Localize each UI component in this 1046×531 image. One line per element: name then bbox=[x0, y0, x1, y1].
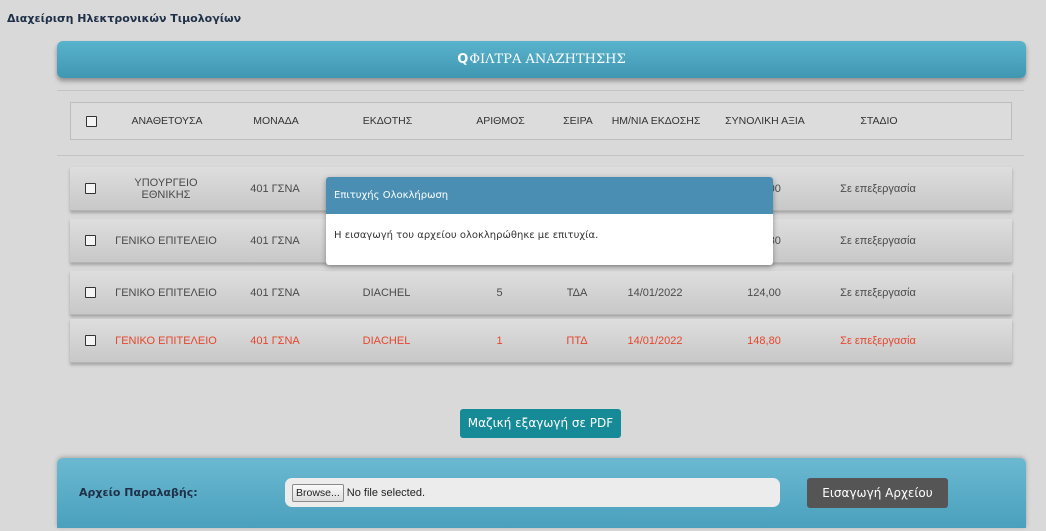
header-ekdotis[interactable]: ΕΚΔΟΤΗΣ bbox=[329, 115, 446, 127]
export-pdf-button[interactable]: Μαζική εξαγωγή σε PDF bbox=[460, 409, 621, 438]
divider bbox=[57, 90, 1024, 91]
cell-stage: Σε επεξεργασία bbox=[840, 286, 916, 299]
divider bbox=[57, 155, 1024, 156]
header-arithmos[interactable]: ΑΡΙΘΜΟΣ bbox=[446, 115, 555, 127]
import-file-button[interactable]: Εισαγωγή Αρχείου bbox=[807, 478, 948, 508]
header-date[interactable]: ΗΜ/ΝΙΑ ΕΚΔΟΣΗΣ bbox=[601, 115, 711, 127]
filters-label: ΦΙΛΤΡΑ ΑΝΑΖΗΤΗΣΗΣ bbox=[469, 52, 626, 67]
file-input[interactable]: Browse... No file selected. bbox=[285, 478, 780, 507]
select-all-checkbox[interactable] bbox=[85, 115, 97, 127]
upload-label: Αρχείο Παραλαβής: bbox=[79, 486, 198, 499]
cell-anathetousa: ΓΕΝΙΚΟ ΕΠΙΤΕΛΕΙΟ bbox=[115, 334, 217, 347]
modal-title: Επιτυχής Ολοκλήρωση bbox=[326, 177, 773, 214]
modal-message: Η εισαγωγή του αρχείου ολοκληρώθηκε με ε… bbox=[334, 230, 599, 241]
header-stage[interactable]: ΣΤΑΔΙΟ bbox=[819, 115, 939, 127]
cell-ekdotis: DIACHEL bbox=[362, 334, 411, 347]
cell-ekdotis: DIACHEL bbox=[362, 286, 411, 299]
search-icon: Q bbox=[457, 52, 469, 67]
page-title: Διαχείριση Ηλεκτρονικών Τιμολογίων bbox=[7, 12, 242, 25]
cell-monada: 401 ΓΣΝΑ bbox=[250, 334, 300, 347]
header-seira[interactable]: ΣΕΙΡΑ bbox=[555, 115, 601, 127]
row-checkbox[interactable] bbox=[84, 287, 96, 298]
cell-date: 14/01/2022 bbox=[627, 286, 683, 299]
cell-monada: 401 ΓΣΝΑ bbox=[250, 234, 300, 247]
header-anathetousa[interactable]: ΑΝΑΘΕΤΟΥΣΑ bbox=[111, 115, 223, 127]
cell-monada: 401 ΓΣΝΑ bbox=[250, 182, 300, 195]
cell-arithmos: 1 bbox=[496, 334, 503, 347]
table-row[interactable]: ΓΕΝΙΚΟ ΕΠΙΤΕΛΕΙΟ 401 ΓΣΝΑ DIACHEL 5 ΤΔΑ … bbox=[70, 271, 1012, 315]
cell-total: 148,80 bbox=[747, 334, 781, 347]
search-filters-toggle[interactable]: QΦΙΛΤΡΑ ΑΝΑΖΗΤΗΣΗΣ bbox=[57, 41, 1026, 78]
header-total[interactable]: ΣΥΝΟΛΙΚΗ ΑΞΙΑ bbox=[711, 115, 819, 127]
file-status: No file selected. bbox=[346, 486, 426, 499]
cell-stage: Σε επεξεργασία bbox=[840, 182, 916, 195]
cell-seira: ΤΔΑ bbox=[566, 286, 588, 299]
row-checkbox[interactable] bbox=[84, 183, 96, 194]
table-row-highlighted[interactable]: ΓΕΝΙΚΟ ΕΠΙΤΕΛΕΙΟ 401 ΓΣΝΑ DIACHEL 1 ΠΤΔ … bbox=[70, 319, 1012, 363]
upload-panel: Αρχείο Παραλαβής: Browse... No file sele… bbox=[57, 458, 1026, 528]
browse-button[interactable]: Browse... bbox=[292, 483, 344, 502]
cell-anathetousa: ΓΕΝΙΚΟ ΕΠΙΤΕΛΕΙΟ bbox=[115, 286, 217, 299]
success-modal: Επιτυχής Ολοκλήρωση Η εισαγωγή του αρχεί… bbox=[326, 177, 773, 265]
cell-seira: ΠΤΔ bbox=[566, 334, 588, 347]
cell-monada: 401 ΓΣΝΑ bbox=[250, 286, 300, 299]
header-monada[interactable]: ΜΟΝΑΔΑ bbox=[223, 115, 329, 127]
row-checkbox[interactable] bbox=[84, 335, 96, 346]
cell-stage: Σε επεξεργασία bbox=[840, 334, 916, 347]
cell-anathetousa: ΓΕΝΙΚΟ ΕΠΙΤΕΛΕΙΟ bbox=[115, 234, 217, 247]
cell-total: 124,00 bbox=[747, 286, 781, 299]
cell-date: 14/01/2022 bbox=[627, 334, 683, 347]
cell-stage: Σε επεξεργασία bbox=[840, 234, 916, 247]
table-header: ΑΝΑΘΕΤΟΥΣΑ ΜΟΝΑΔΑ ΕΚΔΟΤΗΣ ΑΡΙΘΜΟΣ ΣΕΙΡΑ … bbox=[70, 102, 1012, 140]
row-checkbox[interactable] bbox=[84, 235, 96, 246]
cell-anathetousa: ΥΠΟΥΡΓΕΙΟ ΕΘΝΙΚΗΣ bbox=[134, 176, 198, 201]
cell-arithmos: 5 bbox=[496, 286, 503, 299]
